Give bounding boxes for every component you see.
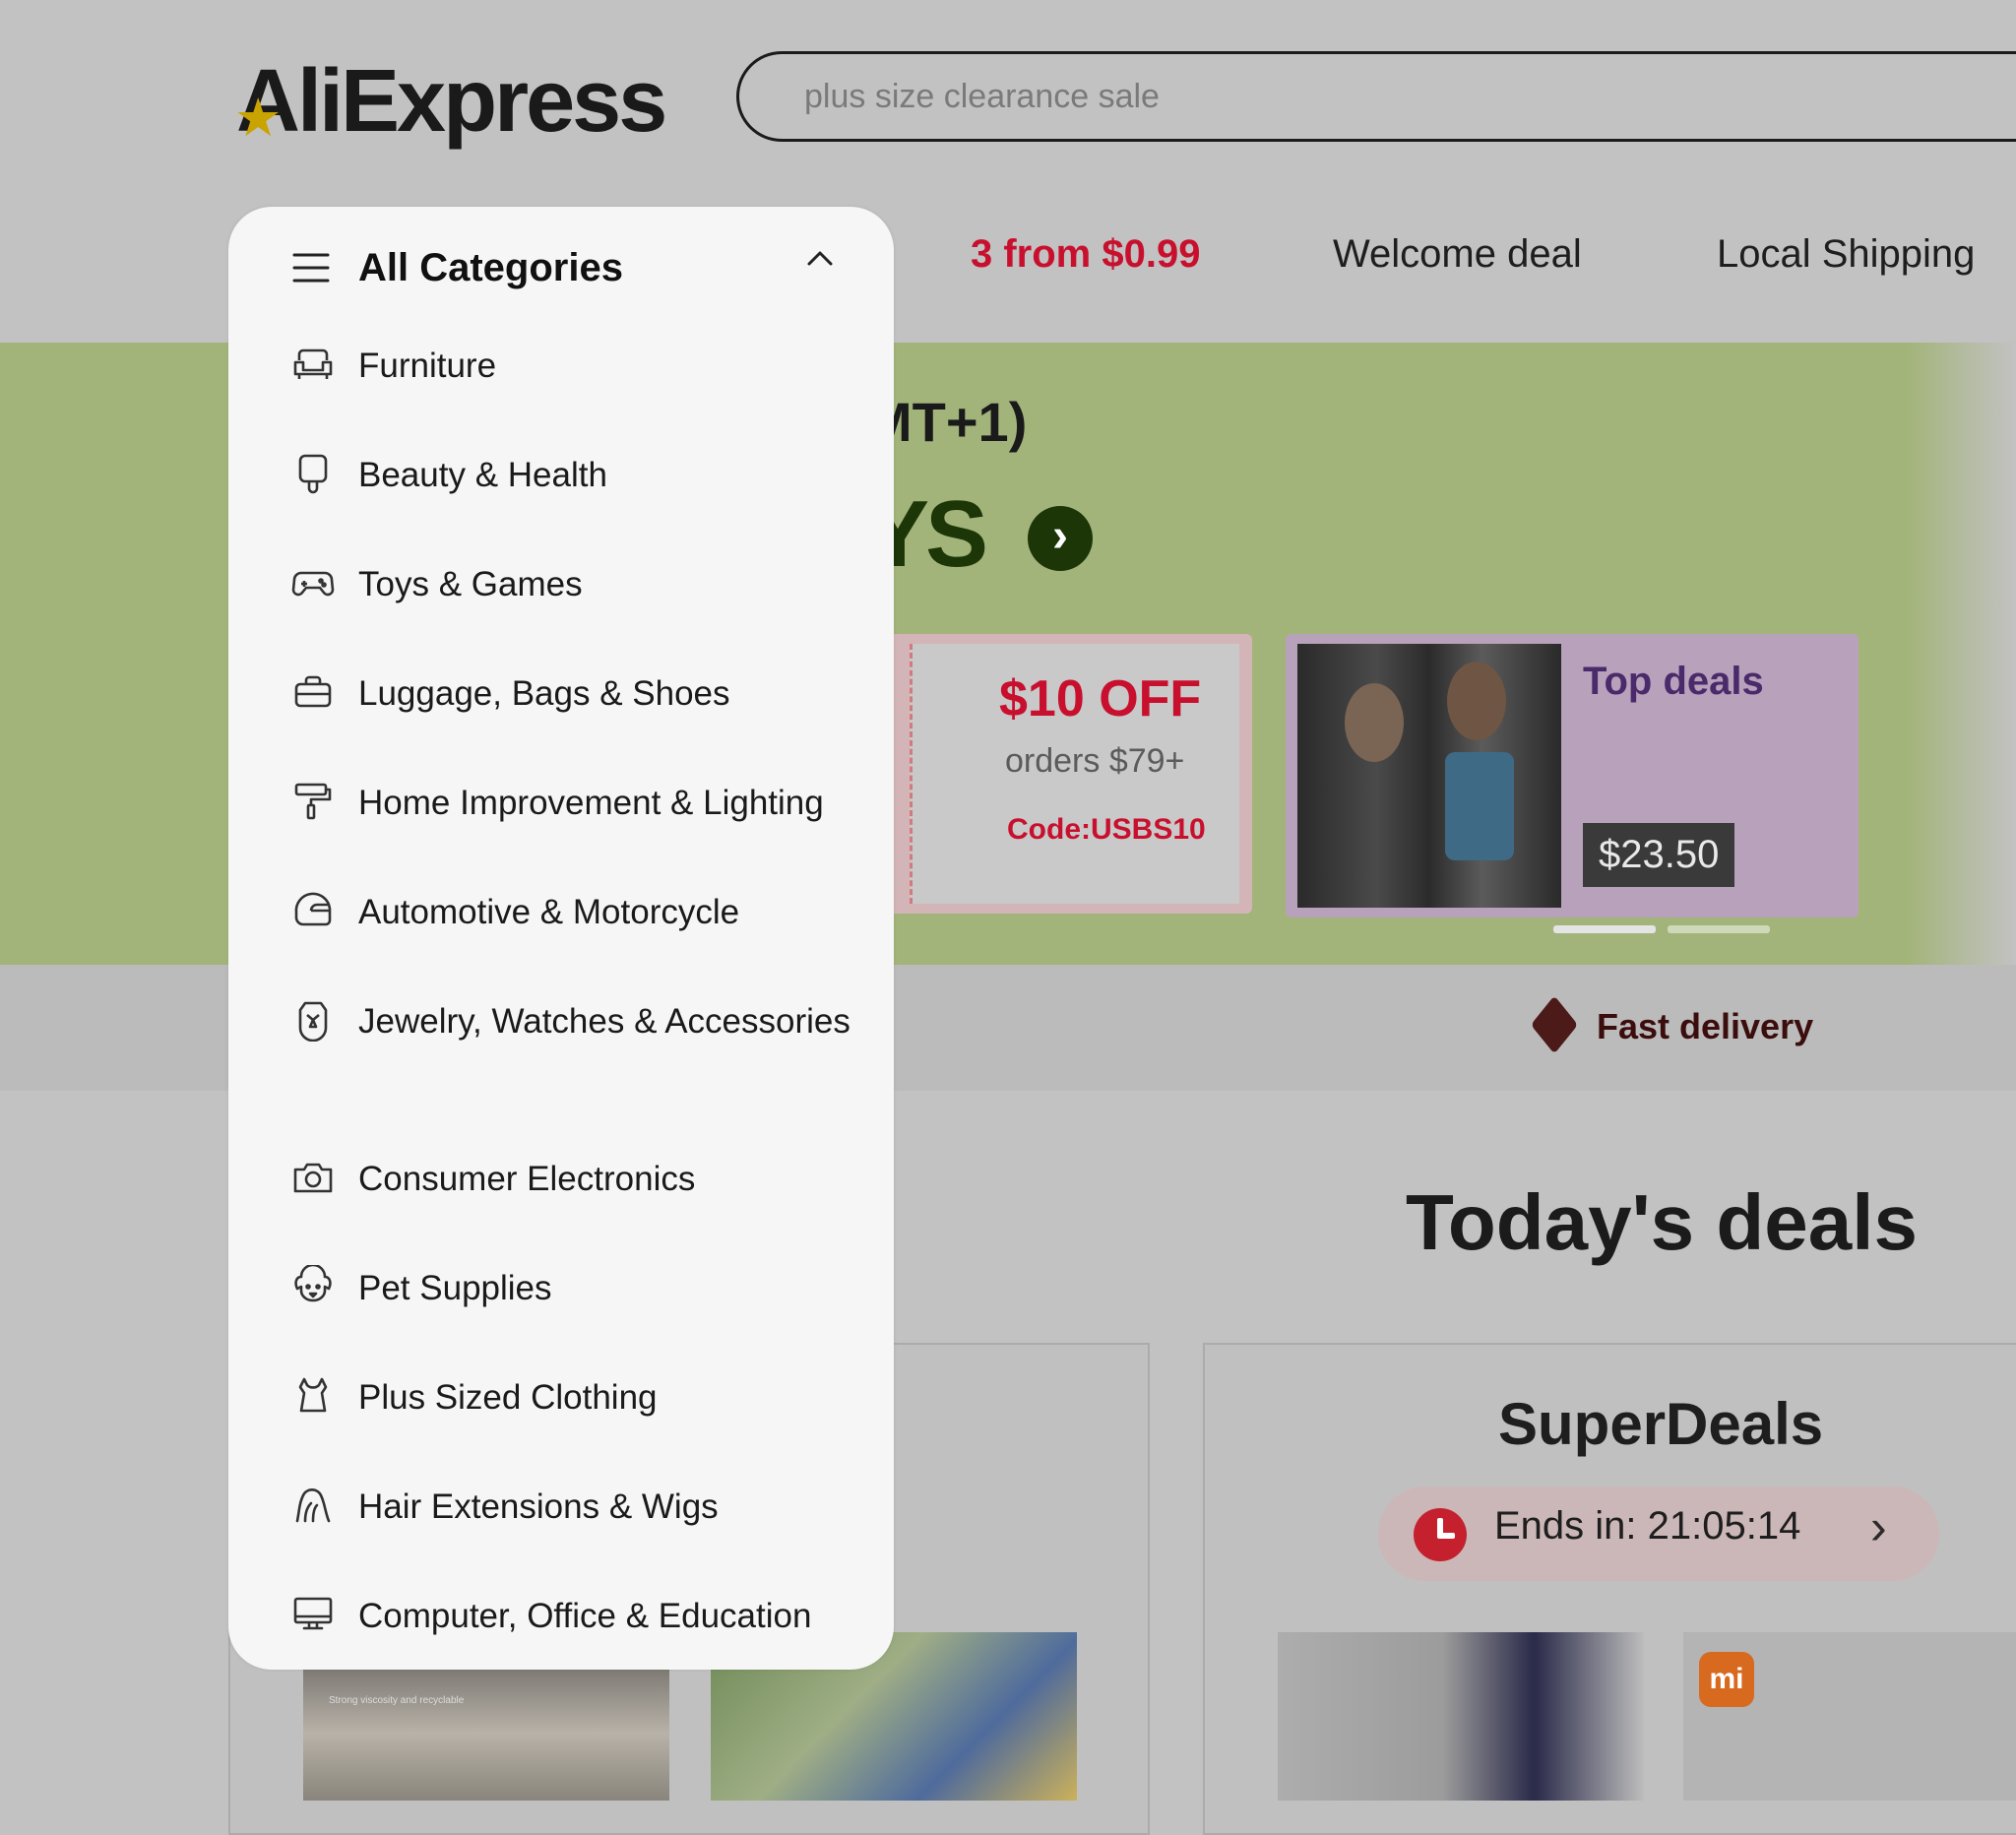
nav-item-local-shipping[interactable]: Local Shipping: [1717, 232, 1975, 277]
superdeals-title[interactable]: SuperDeals: [1498, 1390, 1823, 1458]
category-label: Beauty & Health: [358, 456, 607, 494]
all-categories-title: All Categories: [358, 246, 623, 289]
category-label: Plus Sized Clothing: [358, 1378, 658, 1417]
countdown-timer[interactable]: Ends in: 21:05:14 ›: [1378, 1487, 1939, 1581]
coupon-card[interactable]: $10 OFF orders $79+ Code:USBS10: [886, 634, 1252, 914]
coupon-body: $10 OFF orders $79+ Code:USBS10: [910, 644, 1239, 904]
category-label: Toys & Games: [358, 565, 583, 603]
hair-icon: [291, 1484, 335, 1527]
todays-deals-heading: Today's deals: [1406, 1178, 1918, 1266]
category-label: Luggage, Bags & Shoes: [358, 674, 730, 713]
clock-icon: [1414, 1508, 1467, 1561]
dress-icon: [291, 1374, 335, 1418]
nav-item-welcome-deal[interactable]: Welcome deal: [1333, 232, 1582, 277]
category-label: Hair Extensions & Wigs: [358, 1487, 719, 1526]
dog-icon: [291, 1265, 335, 1308]
category-label: Furniture: [358, 347, 497, 385]
categories-dropdown[interactable]: All Categories Furniture Beauty & Health…: [228, 207, 894, 1670]
logo-star-icon: ★: [234, 89, 282, 148]
top-deals-title: Top deals: [1583, 660, 1764, 703]
product-thumbnail[interactable]: mi: [1683, 1632, 2016, 1801]
coupon-subtitle: orders $79+: [1005, 742, 1185, 780]
mi-brand-badge: mi: [1699, 1652, 1754, 1707]
search-bar[interactable]: [736, 51, 2016, 142]
bag-icon: [291, 670, 335, 714]
fast-delivery-label: Fast delivery: [1597, 1006, 1814, 1046]
monitor-icon: [291, 1593, 335, 1636]
top-deals-price: $23.50: [1583, 823, 1735, 887]
diamond-icon: [291, 998, 335, 1042]
aliexpress-logo[interactable]: ★ AliExpress: [234, 51, 667, 153]
carousel-dot[interactable]: [1668, 925, 1770, 933]
timer-text: Ends in: 21:05:14: [1494, 1504, 1801, 1548]
chevron-right-icon[interactable]: ›: [1870, 1498, 1887, 1555]
top-deals-card[interactable]: Top deals $23.50: [1286, 634, 1858, 918]
sofa-icon: [291, 343, 335, 386]
coupon-code: Code:USBS10: [1007, 813, 1206, 846]
category-label: Automotive & Motorcycle: [358, 893, 740, 931]
gamepad-icon: [291, 561, 335, 604]
nav-item-3-from-099[interactable]: 3 from $0.99: [971, 232, 1200, 277]
chevron-up-icon[interactable]: [805, 248, 835, 268]
category-label: Computer, Office & Education: [358, 1597, 812, 1635]
banner-fade: [1908, 343, 2016, 965]
search-input[interactable]: [739, 54, 2016, 139]
thumbnail-caption: Strong viscosity and recyclable: [329, 1695, 465, 1706]
carousel-dot-active[interactable]: [1553, 925, 1656, 933]
banner-arrow-icon[interactable]: ›: [1028, 506, 1093, 571]
category-label: Home Improvement & Lighting: [358, 784, 824, 822]
wig-product-image: [1297, 644, 1561, 908]
category-label: Consumer Electronics: [358, 1160, 696, 1198]
all-categories-header[interactable]: All Categories: [228, 236, 894, 315]
category-label: Pet Supplies: [358, 1269, 552, 1307]
category-label: Jewelry, Watches & Accessories: [358, 1002, 850, 1041]
product-thumbnail[interactable]: [1278, 1632, 1644, 1801]
helmet-icon: [291, 889, 335, 932]
mirror-icon: [291, 452, 335, 495]
coupon-title: $10 OFF: [999, 670, 1202, 728]
camera-icon: [291, 1156, 335, 1199]
hamburger-menu-icon: [291, 250, 331, 285]
paint-roller-icon: [291, 780, 335, 823]
